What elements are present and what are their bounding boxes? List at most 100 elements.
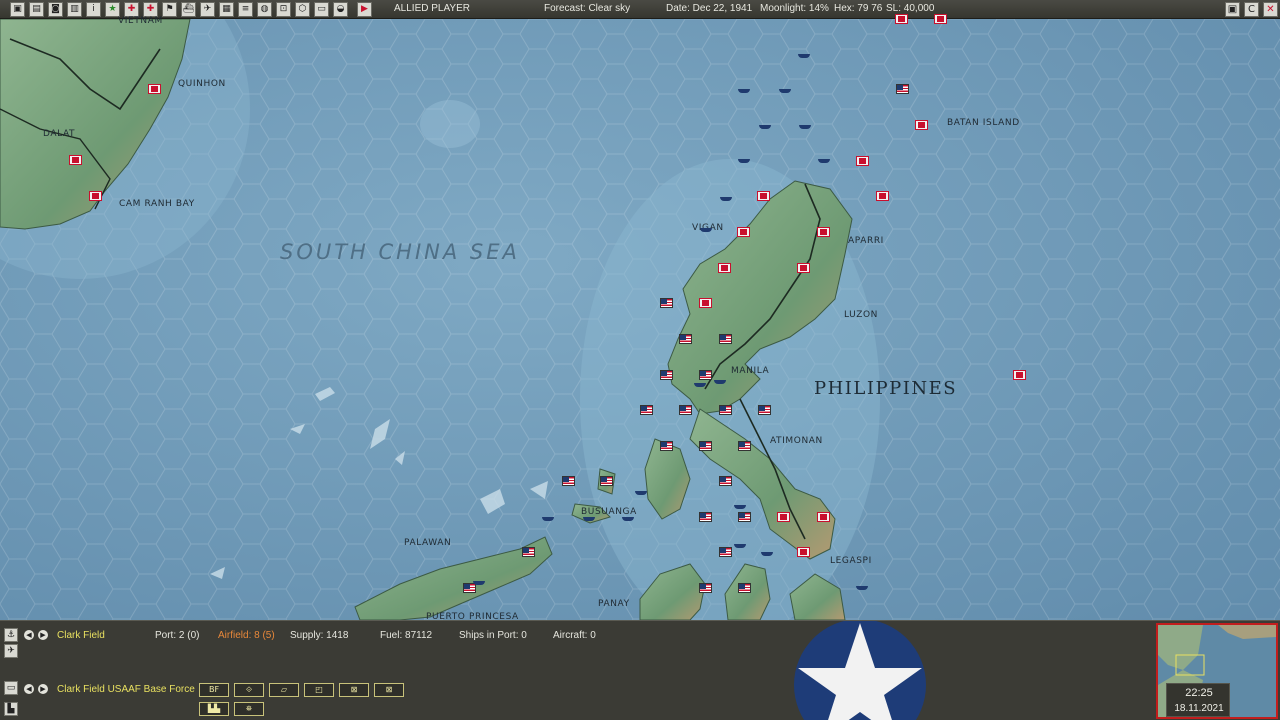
allied-unit-marker[interactable]	[660, 298, 673, 308]
next-unit-button[interactable]: ▶	[38, 684, 48, 694]
next-base-button[interactable]: ▶	[38, 630, 48, 640]
allied-unit-marker[interactable]	[640, 405, 653, 415]
rising-sun-icon	[859, 158, 866, 164]
end-turn-icon[interactable]: ▶	[357, 2, 372, 17]
rising-sun-icon	[721, 265, 728, 271]
allied-unit-marker[interactable]	[719, 476, 732, 486]
us-flag-canton-icon	[661, 442, 667, 447]
allied-unit-marker[interactable]	[719, 405, 732, 415]
hex-icon[interactable]: ⬡	[295, 2, 310, 17]
japanese-unit-marker[interactable]	[895, 14, 908, 24]
log-icon[interactable]: ▣	[1225, 2, 1240, 17]
zoom-icon[interactable]: ⊡	[276, 2, 291, 17]
allied-unit-marker[interactable]	[719, 547, 732, 557]
place-label-dalat: DALAT	[43, 129, 76, 139]
japanese-unit-marker[interactable]	[797, 547, 810, 557]
japanese-unit-marker[interactable]	[718, 263, 731, 273]
japanese-unit-marker[interactable]	[797, 263, 810, 273]
allied-unit-marker[interactable]	[660, 370, 673, 380]
home-icon[interactable]: ▣	[10, 2, 25, 17]
us-flag-canton-icon	[661, 299, 667, 304]
japanese-unit-marker[interactable]	[148, 84, 161, 94]
allied-unit-marker[interactable]	[679, 405, 692, 415]
unit-hq-button[interactable]: ⊠	[339, 683, 369, 697]
allied-unit-marker[interactable]	[562, 476, 575, 486]
japanese-unit-marker[interactable]	[876, 191, 889, 201]
unit-armor-button[interactable]: ◰	[304, 683, 334, 697]
allied-unit-marker[interactable]	[660, 441, 673, 451]
allied-unit-marker[interactable]	[738, 441, 751, 451]
japanese-unit-marker[interactable]	[699, 298, 712, 308]
allied-unit-marker[interactable]	[600, 476, 613, 486]
base-name[interactable]: Clark Field	[57, 630, 105, 641]
target-icon[interactable]: ✚	[124, 2, 139, 17]
base-icon[interactable]: ▦	[219, 2, 234, 17]
rising-sun-icon	[1016, 372, 1023, 378]
japanese-unit-marker[interactable]	[934, 14, 947, 24]
unit-bldg-icon[interactable]: ▙	[4, 702, 18, 716]
globe-icon[interactable]: ◍	[257, 2, 272, 17]
japanese-unit-marker[interactable]	[817, 227, 830, 237]
japanese-unit-marker[interactable]	[1013, 370, 1026, 380]
printer-icon[interactable]: ▥	[67, 2, 82, 17]
allied-unit-marker[interactable]	[522, 547, 535, 557]
panel-icon[interactable]: ▭	[314, 2, 329, 17]
us-flag-canton-icon	[601, 477, 607, 482]
unit-squads-button[interactable]: ⛯	[234, 702, 264, 716]
allied-unit-marker[interactable]	[699, 512, 712, 522]
allied-unit-marker[interactable]	[738, 512, 751, 522]
rising-sun-icon	[760, 193, 767, 199]
allied-unit-marker[interactable]	[679, 334, 692, 344]
japanese-unit-marker[interactable]	[69, 155, 82, 165]
japanese-unit-marker[interactable]	[856, 156, 869, 166]
cross-icon[interactable]: ✚	[143, 2, 158, 17]
allied-unit-marker[interactable]	[719, 334, 732, 344]
place-label-busuanga: BUSUANGA	[581, 507, 637, 517]
unit-infantry-button[interactable]: ▱	[269, 683, 299, 697]
star-icon[interactable]: ★	[105, 2, 120, 17]
allied-unit-marker[interactable]	[699, 441, 712, 451]
unit-devices-button[interactable]: ▙▙	[199, 702, 229, 716]
plane-icon[interactable]: ✈	[200, 2, 215, 17]
allied-unit-marker[interactable]	[699, 370, 712, 380]
screenshot-icon[interactable]: ◙	[48, 2, 63, 17]
flag-icon[interactable]: ⚑	[162, 2, 177, 17]
ship-icon[interactable]: ⛴	[181, 2, 196, 17]
allied-unit-marker[interactable]	[463, 583, 476, 593]
us-flag-canton-icon	[700, 442, 706, 447]
weather-icon[interactable]: ◒	[333, 2, 348, 17]
japanese-unit-marker[interactable]	[915, 120, 928, 130]
unit-bf-button[interactable]: BF	[199, 683, 229, 697]
allied-unit-marker[interactable]	[896, 84, 909, 94]
anchor-icon[interactable]: ⚓	[4, 628, 18, 642]
unit-support-button[interactable]: ⊠	[374, 683, 404, 697]
us-flag-canton-icon	[563, 477, 569, 482]
supply-value: Supply: 1418	[290, 630, 349, 641]
japanese-unit-marker[interactable]	[757, 191, 770, 201]
strategic-map[interactable]: SOUTH CHINA SEA PHILIPPINES VIETNAM QUIN…	[0, 14, 1280, 622]
routes-icon[interactable]: ≡	[238, 2, 253, 17]
japanese-unit-marker[interactable]	[777, 512, 790, 522]
allied-unit-marker[interactable]	[738, 583, 751, 593]
c-icon[interactable]: C	[1244, 2, 1259, 17]
japanese-unit-marker[interactable]	[89, 191, 102, 201]
runway-icon[interactable]: ✈	[4, 644, 18, 658]
close-icon[interactable]: ✕	[1263, 2, 1278, 17]
rising-sun-icon	[898, 16, 905, 22]
report-icon[interactable]: ▤	[29, 2, 44, 17]
allied-unit-marker[interactable]	[699, 583, 712, 593]
unit-engineer-button[interactable]: ⟐	[234, 683, 264, 697]
japanese-unit-marker[interactable]	[817, 512, 830, 522]
allied-unit-marker[interactable]	[758, 405, 771, 415]
prev-base-button[interactable]: ◀	[24, 630, 34, 640]
us-flag-canton-icon	[739, 513, 745, 518]
prev-unit-button[interactable]: ◀	[24, 684, 34, 694]
country-label: PHILIPPINES	[814, 378, 958, 399]
unit-name[interactable]: Clark Field USAAF Base Force	[57, 684, 195, 695]
japanese-unit-marker[interactable]	[737, 227, 750, 237]
top-toolbar: ▣ ▤ ◙ ▥ i ★ ✚ ✚ ⚑ ⛴ ✈ ▦ ≡ ◍ ⊡ ⬡ ▭ ◒ ▶ ALLIED PLAYER Foreca…	[0, 0, 1280, 19]
unit-flag-icon[interactable]: ▭	[4, 681, 18, 695]
info-icon[interactable]: i	[86, 2, 101, 17]
forecast-label: Forecast: Clear sky	[544, 3, 631, 14]
clock-time: 22:25	[1185, 687, 1213, 699]
